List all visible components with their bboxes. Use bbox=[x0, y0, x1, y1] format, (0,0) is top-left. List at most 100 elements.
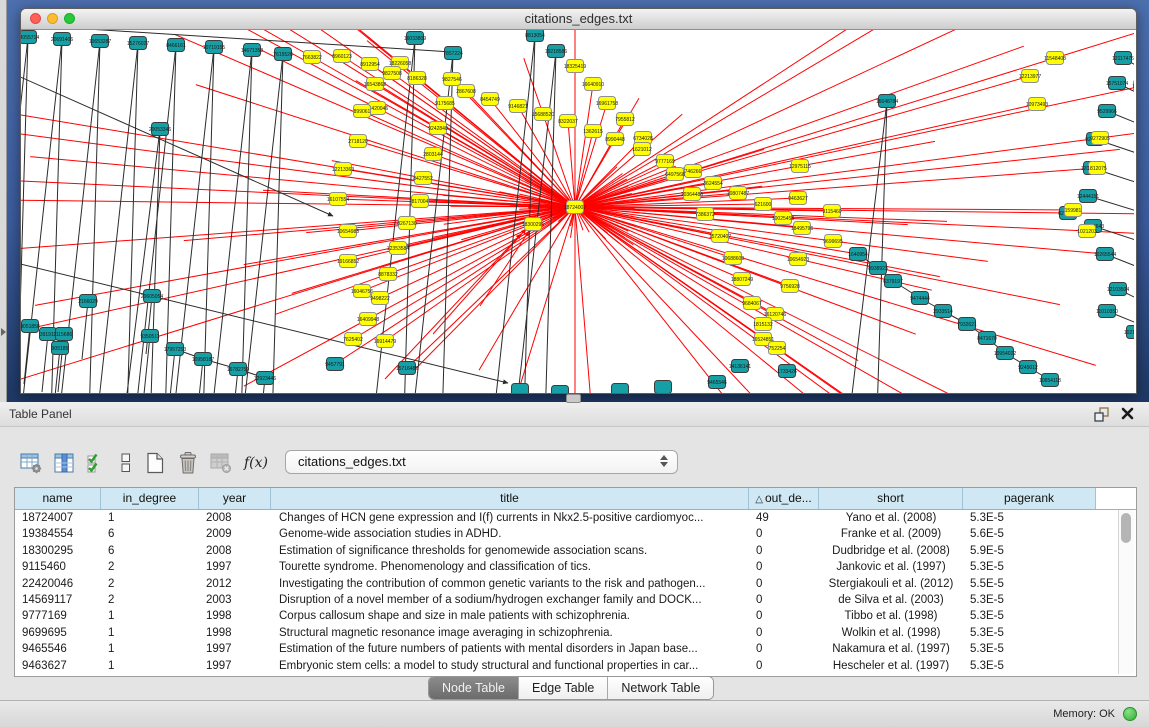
table-selector-dropdown[interactable]: citations_edges.txt bbox=[285, 450, 678, 474]
table-cell-out_degree[interactable]: 0 bbox=[749, 559, 819, 575]
minimize-window-button[interactable] bbox=[47, 13, 58, 24]
graph-node[interactable] bbox=[552, 386, 569, 394]
column-header-pagerank[interactable]: pagerank bbox=[963, 488, 1096, 509]
table-cell-in_degree[interactable]: 1 bbox=[101, 641, 199, 657]
table-cell-pagerank[interactable]: 5.3E-5 bbox=[963, 592, 1096, 608]
table-cell-pagerank[interactable]: 5.3E-5 bbox=[963, 608, 1096, 624]
column-header-in_degree[interactable]: in_degree bbox=[101, 488, 199, 509]
table-cell-out_degree[interactable]: 49 bbox=[749, 510, 819, 526]
table-cell-short[interactable]: Stergiakouli et al. (2012) bbox=[819, 576, 963, 592]
select-all-columns-icon[interactable] bbox=[84, 450, 110, 476]
table-cell-year[interactable]: 1997 bbox=[199, 658, 271, 674]
table-cell-in_degree[interactable]: 1 bbox=[101, 608, 199, 624]
table-cell-title[interactable]: Genome-wide association studies in ADHD. bbox=[271, 526, 749, 542]
table-cell-short[interactable]: Dudbridge et al. (2008) bbox=[819, 543, 963, 559]
table-cell-title[interactable]: Tourette syndrome. Phenomenology and cla… bbox=[271, 559, 749, 575]
table-cell-name[interactable]: 18300295 bbox=[15, 543, 101, 559]
table-cell-name[interactable]: 18724007 bbox=[15, 510, 101, 526]
table-cell-out_degree[interactable]: 0 bbox=[749, 576, 819, 592]
table-cell-title[interactable]: Corpus callosum shape and size in male p… bbox=[271, 608, 749, 624]
table-cell-name[interactable]: 9463627 bbox=[15, 658, 101, 674]
table-cell-short[interactable]: Hescheler et al. (1997) bbox=[819, 658, 963, 674]
table-cell-short[interactable]: Jankovic et al. (1997) bbox=[819, 559, 963, 575]
table-cell-pagerank[interactable]: 5.3E-5 bbox=[963, 625, 1096, 641]
table-cell-in_degree[interactable]: 6 bbox=[101, 526, 199, 542]
table-cell-year[interactable]: 1997 bbox=[199, 641, 271, 657]
table-cell-out_degree[interactable]: 0 bbox=[749, 608, 819, 624]
table-cell-name[interactable]: 22420046 bbox=[15, 576, 101, 592]
tab-edge-table[interactable]: Edge Table bbox=[519, 677, 608, 699]
tab-network-table[interactable]: Network Table bbox=[608, 677, 713, 699]
table-cell-pagerank[interactable]: 5.3E-5 bbox=[963, 559, 1096, 575]
table-cell-name[interactable]: 14569117 bbox=[15, 592, 101, 608]
citation-network-graph[interactable]: 1405571420691406106532871527602784661611… bbox=[21, 30, 1134, 393]
table-cell-year[interactable]: 2012 bbox=[199, 576, 271, 592]
table-cell-out_degree[interactable]: 0 bbox=[749, 592, 819, 608]
tab-node-table[interactable]: Node Table bbox=[429, 677, 519, 699]
create-column-icon[interactable] bbox=[142, 450, 168, 476]
table-cell-pagerank[interactable]: 5.5E-5 bbox=[963, 576, 1096, 592]
table-cell-title[interactable]: Estimation of significance thresholds fo… bbox=[271, 543, 749, 559]
table-cell-title[interactable]: Changes of HCN gene expression and I(f) … bbox=[271, 510, 749, 526]
close-panel-icon[interactable] bbox=[1120, 406, 1135, 421]
panel-splitter-handle[interactable] bbox=[566, 394, 581, 403]
table-row[interactable]: 1872400712008Changes of HCN gene express… bbox=[15, 510, 1136, 526]
table-cell-pagerank[interactable]: 5.3E-5 bbox=[963, 510, 1096, 526]
table-cell-in_degree[interactable]: 2 bbox=[101, 576, 199, 592]
table-cell-short[interactable]: Franke et al. (2009) bbox=[819, 526, 963, 542]
table-row[interactable]: 969969511998Structural magnetic resonanc… bbox=[15, 625, 1136, 641]
table-cell-short[interactable]: de Silva et al. (2003) bbox=[819, 592, 963, 608]
table-cell-in_degree[interactable]: 6 bbox=[101, 543, 199, 559]
table-cell-in_degree[interactable]: 2 bbox=[101, 559, 199, 575]
table-row[interactable]: 1938455462009Genome-wide association stu… bbox=[15, 526, 1136, 542]
table-cell-name[interactable]: 9115460 bbox=[15, 559, 101, 575]
column-header-name[interactable]: name bbox=[15, 488, 101, 509]
unselect-all-columns-icon[interactable] bbox=[117, 450, 135, 476]
graph-node[interactable] bbox=[612, 384, 629, 394]
scrollbar-thumb[interactable] bbox=[1121, 513, 1131, 543]
table-cell-in_degree[interactable]: 1 bbox=[101, 510, 199, 526]
table-mode-icon[interactable] bbox=[18, 450, 44, 476]
table-cell-pagerank[interactable]: 5.9E-5 bbox=[963, 543, 1096, 559]
table-cell-out_degree[interactable]: 0 bbox=[749, 658, 819, 674]
column-header-title[interactable]: title bbox=[271, 488, 749, 509]
table-cell-out_degree[interactable]: 0 bbox=[749, 641, 819, 657]
delete-column-icon[interactable] bbox=[175, 450, 201, 476]
close-window-button[interactable] bbox=[30, 13, 41, 24]
table-cell-title[interactable]: Structural magnetic resonance image aver… bbox=[271, 625, 749, 641]
table-cell-pagerank[interactable]: 5.3E-5 bbox=[963, 658, 1096, 674]
delete-table-icon[interactable] bbox=[208, 450, 234, 476]
table-cell-title[interactable]: Investigating the contribution of common… bbox=[271, 576, 749, 592]
float-panel-icon[interactable] bbox=[1093, 406, 1109, 422]
column-header-short[interactable]: short bbox=[819, 488, 963, 509]
table-cell-pagerank[interactable]: 5.6E-5 bbox=[963, 526, 1096, 542]
table-cell-year[interactable]: 2008 bbox=[199, 543, 271, 559]
table-cell-year[interactable]: 1997 bbox=[199, 559, 271, 575]
table-cell-title[interactable]: Estimation of the future numbers of pati… bbox=[271, 641, 749, 657]
table-cell-year[interactable]: 1998 bbox=[199, 625, 271, 641]
table-row[interactable]: 946554611997Estimation of the future num… bbox=[15, 641, 1136, 657]
graph-node[interactable] bbox=[655, 381, 672, 394]
network-view-window[interactable]: citations_edges.txt 14055714206914061065… bbox=[20, 8, 1137, 394]
table-cell-pagerank[interactable]: 5.3E-5 bbox=[963, 641, 1096, 657]
zoom-window-button[interactable] bbox=[64, 13, 75, 24]
table-cell-out_degree[interactable]: 0 bbox=[749, 625, 819, 641]
show-column-icon[interactable] bbox=[51, 450, 77, 476]
table-cell-name[interactable]: 9465546 bbox=[15, 641, 101, 657]
table-cell-short[interactable]: Wolkin et al. (1998) bbox=[819, 625, 963, 641]
table-cell-in_degree[interactable]: 1 bbox=[101, 658, 199, 674]
table-row[interactable]: 977716911998Corpus callosum shape and si… bbox=[15, 608, 1136, 624]
table-row[interactable]: 946362711997Embryonic stem cells: a mode… bbox=[15, 658, 1136, 674]
table-cell-short[interactable]: Nakamura et al. (1997) bbox=[819, 641, 963, 657]
table-cell-year[interactable]: 2003 bbox=[199, 592, 271, 608]
table-row[interactable]: 911546021997Tourette syndrome. Phenomeno… bbox=[15, 559, 1136, 575]
table-cell-year[interactable]: 2009 bbox=[199, 526, 271, 542]
memory-ok-indicator[interactable] bbox=[1123, 707, 1137, 721]
table-cell-year[interactable]: 1998 bbox=[199, 608, 271, 624]
table-cell-title[interactable]: Embryonic stem cells: a model to study s… bbox=[271, 658, 749, 674]
table-cell-short[interactable]: Yano et al. (2008) bbox=[819, 510, 963, 526]
table-cell-title[interactable]: Disruption of a novel member of a sodium… bbox=[271, 592, 749, 608]
network-window-titlebar[interactable]: citations_edges.txt bbox=[21, 9, 1136, 30]
column-header-year[interactable]: year bbox=[199, 488, 271, 509]
table-cell-name[interactable]: 19384554 bbox=[15, 526, 101, 542]
